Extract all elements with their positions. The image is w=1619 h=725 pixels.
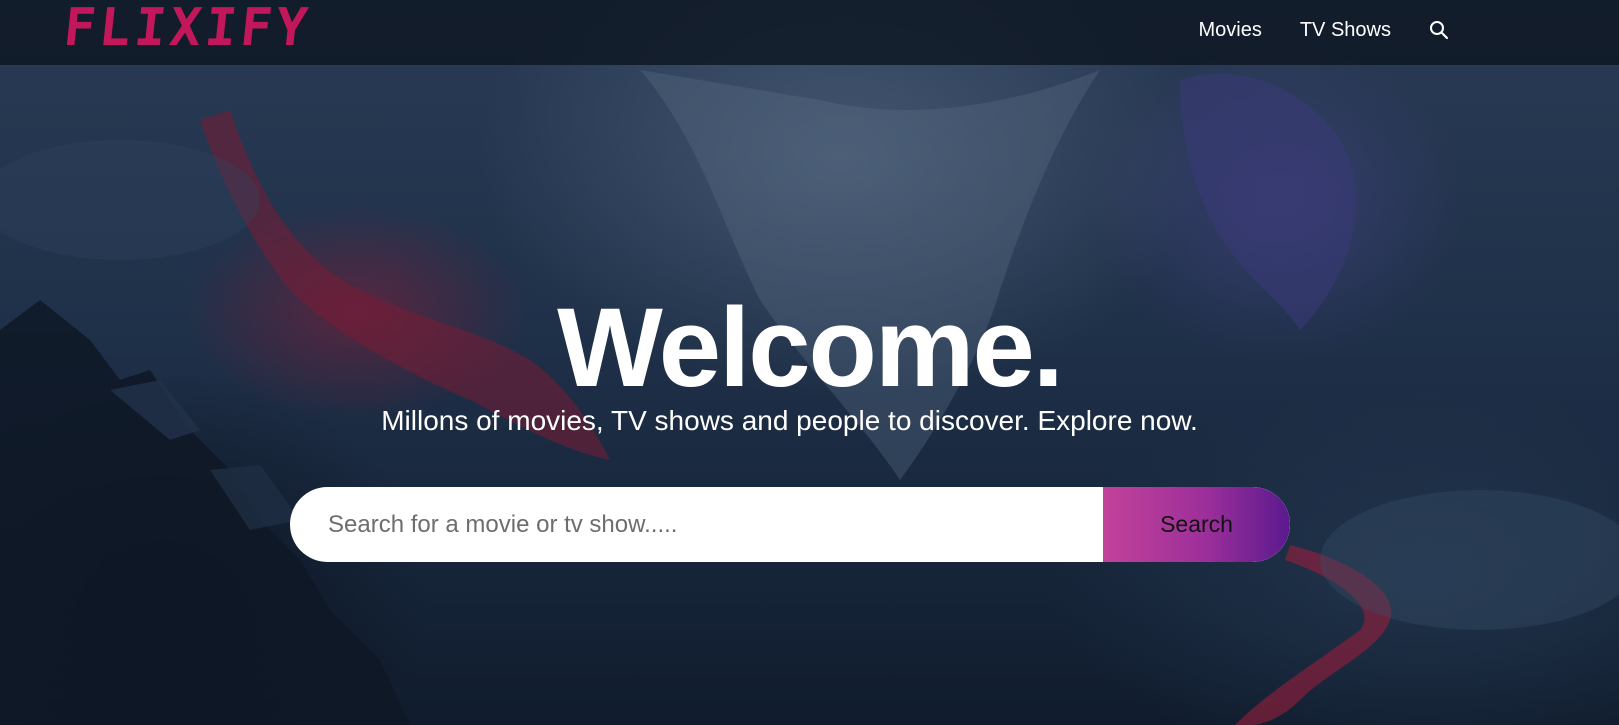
search-button[interactable]: Search <box>1103 487 1290 562</box>
hero-subtitle: Millons of movies, TV shows and people t… <box>381 405 1198 436</box>
hero-search-bar: Search <box>290 487 1290 562</box>
search-input[interactable] <box>290 487 1103 562</box>
hero-title: Welcome. <box>557 285 1064 410</box>
page: FLIXIFY Movies TV Shows Welcome. Millons… <box>0 0 1619 725</box>
hero-section: Welcome. Millons of movies, TV shows and… <box>0 0 1619 725</box>
